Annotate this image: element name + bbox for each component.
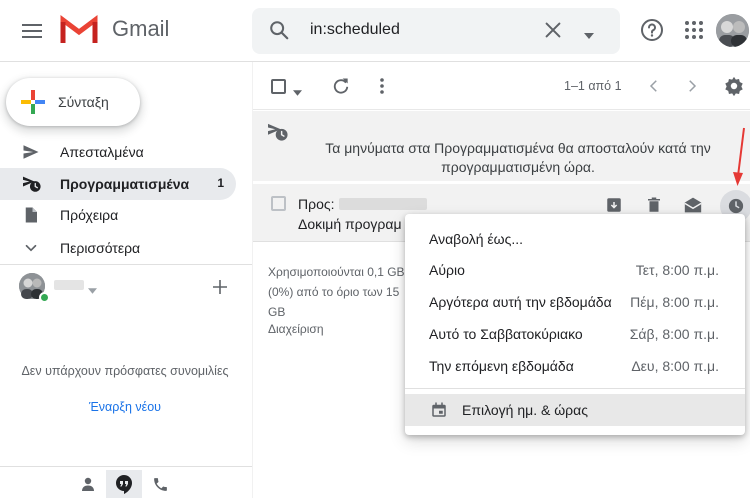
snooze-menu-title: Αναβολή έως...	[429, 231, 524, 247]
sidebar-item-scheduled[interactable]: Προγραμματισμένα 1	[0, 168, 236, 200]
list-toolbar: 1–1 από 1	[253, 62, 750, 110]
chevron-down-icon	[22, 239, 40, 262]
unread-count-badge: 1	[217, 176, 224, 190]
more-vert-icon[interactable]	[372, 76, 392, 101]
sidebar-item-sent[interactable]: Απεσταλμένα	[0, 136, 236, 168]
option-label: Την επόμενη εβδομάδα	[429, 358, 574, 374]
gmail-m-icon	[60, 15, 98, 43]
storage-usage: Χρησιμοποιούνται 0,1 GB (0%) από το όριο…	[268, 262, 418, 322]
sidebar-item-more[interactable]: Περισσότερα	[0, 232, 236, 264]
select-options-caret-icon[interactable]	[293, 83, 302, 101]
phone-icon	[153, 477, 167, 491]
add-chat-icon[interactable]	[212, 279, 228, 300]
scheduled-info-banner: Τα μηνύματα στα Προγραμματισμένα θα αποσ…	[253, 111, 750, 181]
settings-gear-icon[interactable]	[723, 75, 745, 102]
chevron-right-icon[interactable]	[683, 77, 701, 100]
option-label: Αργότερα αυτή την εβδομάδα	[429, 294, 612, 310]
storage-line: (0%) από το όριο των 15	[268, 285, 400, 299]
search-bar[interactable]: in:scheduled	[252, 8, 620, 54]
help-icon[interactable]	[640, 18, 664, 47]
person-icon	[82, 477, 94, 491]
snooze-option-later-this-week[interactable]: Αργότερα αυτή την εβδομάδα Πέμ, 8:00 π.μ…	[405, 286, 745, 318]
search-icon[interactable]	[268, 19, 290, 46]
send-icon	[22, 143, 40, 166]
option-time: Σάβ, 8:00 π.μ.	[629, 326, 719, 342]
mark-as-read-icon[interactable]	[682, 194, 704, 216]
menu-divider	[405, 388, 745, 389]
sidebar-item-label: Απεσταλμένα	[60, 144, 144, 160]
compose-label: Σύνταξη	[58, 94, 109, 110]
top-bar: Gmail in:scheduled	[0, 0, 750, 62]
storage-line: GB	[268, 305, 286, 319]
search-options-caret-icon[interactable]	[583, 27, 595, 45]
delete-icon[interactable]	[643, 194, 665, 216]
option-time: Τετ, 8:00 π.μ.	[635, 262, 719, 278]
scheduled-icon	[22, 175, 42, 198]
pagination-range: 1–1 από 1	[564, 79, 622, 93]
option-time: Δευ, 8:00 π.μ.	[631, 358, 719, 374]
clock-icon	[728, 198, 744, 214]
calendar-icon	[430, 401, 448, 424]
draft-icon	[22, 206, 40, 229]
snooze-option-next-week[interactable]: Την επόμενη εβδομάδα Δευ, 8:00 π.μ.	[405, 350, 745, 382]
option-label: Αύριο	[429, 262, 465, 278]
compose-button[interactable]: Σύνταξη	[6, 78, 140, 126]
refresh-icon[interactable]	[331, 76, 351, 101]
search-input[interactable]: in:scheduled	[310, 21, 400, 39]
gmail-logo[interactable]: Gmail	[60, 14, 169, 44]
sidebar-item-drafts[interactable]: Πρόχειρα	[0, 199, 236, 231]
tab-hangouts[interactable]	[106, 470, 142, 498]
recipient-redacted	[339, 198, 427, 210]
sidebar-divider	[0, 264, 252, 265]
close-icon[interactable]	[542, 19, 564, 46]
tab-phone[interactable]	[142, 470, 178, 498]
start-new-chat-link[interactable]: Έναρξη νέου	[20, 400, 230, 414]
recipient-label: Προς:	[298, 196, 335, 212]
chevron-left-icon[interactable]	[645, 77, 663, 100]
snooze-option-pick-date-time[interactable]: Επιλογή ημ. & ώρας	[405, 394, 745, 426]
hangouts-user-name-redacted	[54, 280, 84, 290]
snooze-menu: Αναβολή έως... Αύριο Τετ, 8:00 π.μ. Αργό…	[405, 214, 745, 435]
manage-storage-link[interactable]: Διαχείριση	[268, 322, 324, 336]
storage-line: Χρησιμοποιούνται 0,1 GB	[268, 265, 405, 279]
apps-grid-icon[interactable]	[684, 20, 704, 45]
select-all-checkbox[interactable]	[271, 79, 286, 94]
main-menu-icon[interactable]	[16, 15, 48, 47]
option-label: Επιλογή ημ. & ώρας	[462, 402, 588, 418]
snooze-option-this-weekend[interactable]: Αυτό το Σαββατοκύριακο Σάβ, 8:00 π.μ.	[405, 318, 745, 350]
app-name: Gmail	[112, 16, 170, 41]
compose-plus-icon	[21, 90, 45, 119]
status-caret-icon[interactable]	[88, 281, 97, 299]
tab-contacts[interactable]	[70, 470, 106, 498]
scheduled-send-icon	[267, 122, 289, 147]
snooze-option-tomorrow[interactable]: Αύριο Τετ, 8:00 π.μ.	[405, 254, 745, 286]
online-status-indicator	[39, 292, 50, 303]
annotation-arrow-icon	[733, 127, 745, 186]
account-avatar[interactable]	[716, 14, 749, 47]
option-label: Αυτό το Σαββατοκύριακο	[429, 326, 583, 342]
bottom-tabs-divider	[0, 466, 252, 467]
banner-text: Τα μηνύματα στα Προγραμματισμένα θα αποσ…	[325, 140, 711, 175]
sidebar-item-label: Πρόχειρα	[60, 207, 119, 223]
hangouts-icon	[116, 475, 132, 494]
no-recent-chats-text: Δεν υπάρχουν πρόσφατες συνομιλίες	[21, 364, 229, 378]
sidebar-item-label: Προγραμματισμένα	[60, 176, 190, 192]
archive-icon[interactable]	[603, 194, 625, 216]
row-checkbox[interactable]	[271, 196, 286, 211]
option-time: Πέμ, 8:00 π.μ.	[630, 294, 719, 310]
sidebar-item-label: Περισσότερα	[60, 240, 141, 256]
mail-subject: Δοκιμή προγραμ	[298, 216, 402, 232]
